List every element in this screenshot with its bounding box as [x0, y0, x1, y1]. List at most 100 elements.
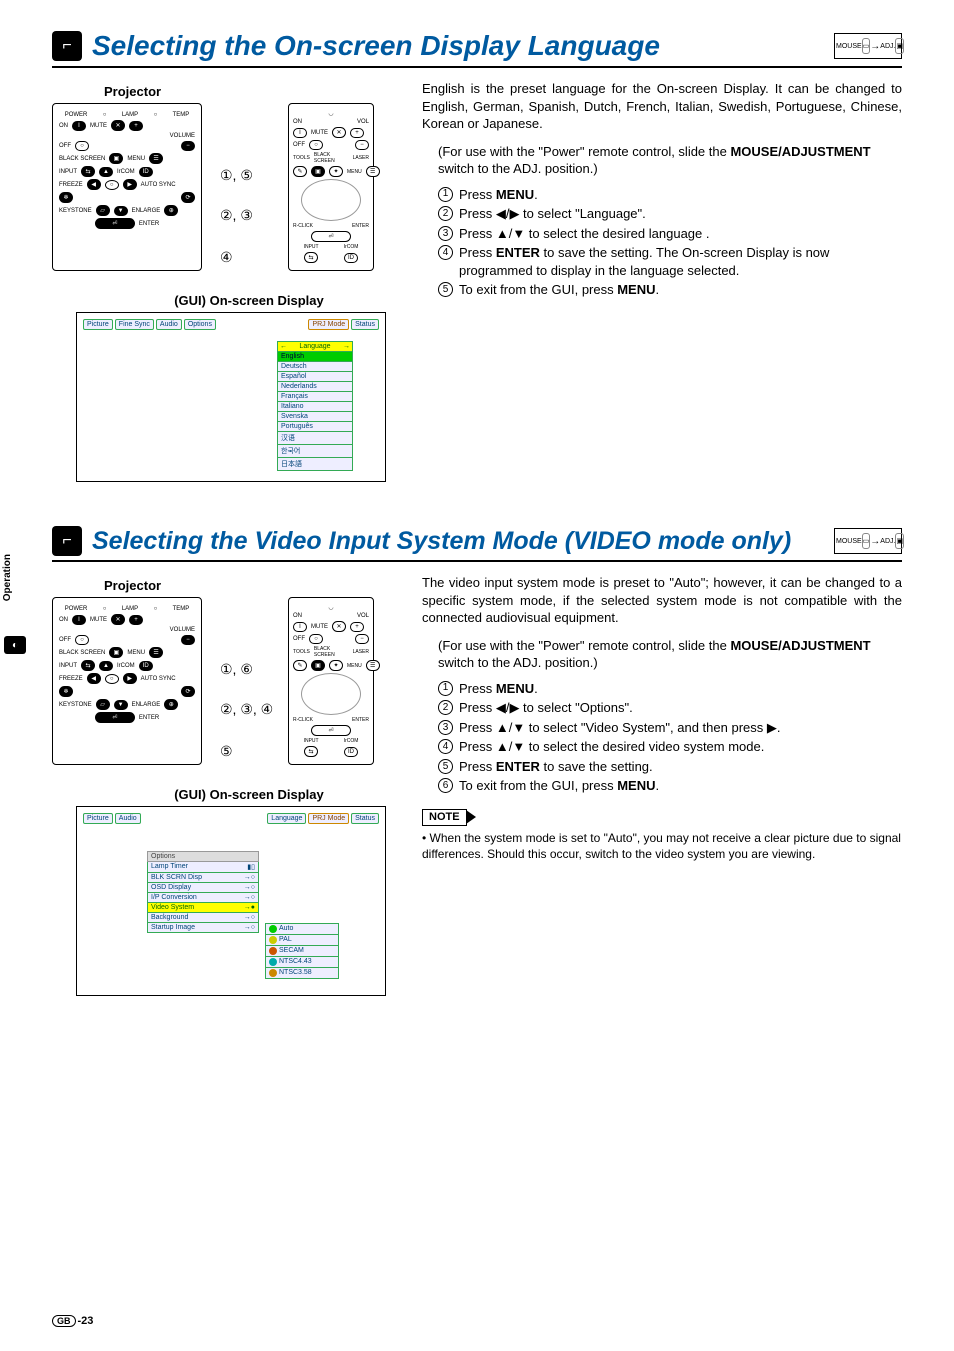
gui-tab: Picture: [83, 319, 113, 330]
callouts-2: ①, ⑥ ②, ③, ④ ⑤: [220, 597, 280, 767]
on-button[interactable]: I: [72, 121, 86, 131]
gui-label-1: (GUI) On-screen Display: [106, 293, 392, 308]
sidebar-section-icon: ◐: [4, 636, 26, 654]
lang-item: Deutsch: [278, 361, 352, 371]
gui-tab: Audio: [115, 813, 141, 824]
lang-item: English: [278, 351, 352, 361]
gui-screenshot-1: Picture Fine Sync Audio Options PRJ Mode…: [76, 312, 386, 482]
remote-panel: ◡ ONVOL IMUTE✕+ OFF○− TOOLSBLACK SCREENL…: [288, 103, 374, 271]
gui-tab: PRJ Mode: [308, 319, 349, 330]
lang-item: 日本語: [278, 457, 352, 470]
autosync-button[interactable]: ⟳: [181, 192, 195, 203]
callouts-1: ①, ⑤ ②, ③ ④: [220, 103, 280, 273]
note-heading: NOTE: [422, 809, 467, 826]
section1-title: Selecting the On-screen Display Language: [92, 30, 824, 62]
badge-mouse-icon: ▭: [862, 533, 871, 549]
remote-mute-button[interactable]: ✕: [332, 127, 346, 138]
menu-button[interactable]: ☰: [149, 153, 163, 164]
gui-tab: Fine Sync: [115, 319, 154, 330]
badge-adj-icon: ▣: [895, 533, 904, 549]
remote-blackscreen[interactable]: ▣: [311, 166, 325, 177]
down-button[interactable]: ▼: [114, 206, 128, 216]
up-button[interactable]: ▲: [99, 167, 113, 177]
remote-icon: ⌐: [52, 31, 82, 61]
language-menu: ←Language→ English Deutsch Español Neder…: [277, 341, 353, 471]
gui-tab: Audio: [156, 319, 182, 330]
enlarge-button[interactable]: ⊕: [164, 205, 178, 216]
lang-item: Español: [278, 371, 352, 381]
section1-hint: (For use with the "Power" remote control…: [438, 143, 902, 178]
remote-on-button[interactable]: I: [293, 128, 307, 138]
remote-menu[interactable]: ☰: [366, 166, 380, 177]
projector-label-1: Projector: [104, 84, 392, 99]
arrow-icon: →: [870, 536, 880, 547]
section2-steps: 1Press MENU. 2Press ◀/▶ to select "Optio…: [438, 680, 902, 795]
section1-intro: English is the preset language for the O…: [422, 80, 902, 133]
vol-up-button[interactable]: +: [129, 121, 143, 131]
projector-remote-figure-1: POWER○LAMP○TEMP ONIMUTE✕+ VOLUME OFF○− B…: [52, 103, 392, 273]
badge-adj-label: ADJ.: [880, 43, 895, 50]
badge-mouse-label: MOUSE: [836, 43, 862, 50]
mute-button[interactable]: ✕: [111, 120, 125, 131]
mouse-adj-badge: MOUSE ▭ → ADJ. ▣: [834, 33, 902, 59]
gui-tab: PRJ Mode: [308, 813, 349, 824]
lang-item: Nederlands: [278, 381, 352, 391]
remote-laser[interactable]: ✦: [329, 166, 343, 177]
projector-panel: POWER○LAMP○TEMP ONIMUTE✕+ VOLUME OFF○− B…: [52, 103, 202, 271]
badge-mouse-icon: ▭: [862, 38, 871, 54]
gui-tab: Status: [351, 813, 379, 824]
input-button[interactable]: ⇆: [81, 166, 95, 177]
remote-dpad[interactable]: [301, 179, 361, 221]
lang-item: 汉语: [278, 431, 352, 444]
lang-item: 한국어: [278, 444, 352, 457]
badge-mouse-label: MOUSE: [836, 538, 862, 545]
lang-item: Português: [278, 421, 352, 431]
remote-input[interactable]: ⇆: [304, 252, 318, 263]
remote-vol-down[interactable]: −: [355, 140, 369, 150]
note-text: • When the system mode is set to "Auto",…: [422, 830, 902, 862]
page-number: GB-23: [52, 1315, 93, 1327]
projector-panel: POWER○LAMP○TEMP ONIMUTE✕+ VOLUME OFF○− B…: [52, 597, 202, 765]
blackscreen-button[interactable]: ▣: [109, 153, 123, 164]
enter-button[interactable]: ⏎: [95, 218, 135, 229]
freeze-button[interactable]: ❄: [59, 192, 73, 203]
section2-hint: (For use with the "Power" remote control…: [438, 637, 902, 672]
section2-intro: The video input system mode is preset to…: [422, 574, 902, 627]
gui-tab: Language: [267, 813, 306, 824]
left-button[interactable]: ◀: [87, 179, 101, 190]
lang-item: Français: [278, 391, 352, 401]
remote-tools[interactable]: ✎: [293, 166, 307, 177]
remote-vol-up[interactable]: +: [350, 128, 364, 138]
ircom-button[interactable]: ID: [139, 167, 153, 177]
gui-tab: Status: [351, 319, 379, 330]
lang-item: Svenska: [278, 411, 352, 421]
arrow-icon: →: [870, 41, 880, 52]
mouse-adj-badge: MOUSE ▭ → ADJ. ▣: [834, 528, 902, 554]
gui-tab: Options: [184, 319, 216, 330]
projector-label-2: Projector: [104, 578, 392, 593]
section1-steps: 1Press MENU. 2Press ◀/▶ to select "Langu…: [438, 186, 902, 299]
remote-enter[interactable]: ⏎: [311, 231, 351, 242]
section1-header: ⌐ Selecting the On-screen Display Langua…: [52, 30, 902, 68]
badge-adj-icon: ▣: [895, 38, 904, 54]
section2-header: ⌐ Selecting the Video Input System Mode …: [52, 526, 902, 562]
options-menu: Options Lamp Timer▮▯ BLK SCRN Disp→○ OSD…: [147, 851, 259, 933]
remote-ircom[interactable]: ID: [344, 253, 358, 263]
section2-title: Selecting the Video Input System Mode (V…: [92, 527, 824, 556]
remote-icon: ⌐: [52, 526, 82, 556]
right-button[interactable]: ▶: [123, 179, 137, 190]
gui-label-2: (GUI) On-screen Display: [106, 787, 392, 802]
keystone-button[interactable]: ▱: [96, 205, 110, 216]
vol-down-button[interactable]: −: [181, 141, 195, 151]
gui-tab: Picture: [83, 813, 113, 824]
off-button[interactable]: ○: [75, 141, 89, 151]
remote-off-button[interactable]: ○: [309, 140, 323, 150]
badge-adj-label: ADJ.: [880, 538, 895, 545]
projector-remote-figure-2: POWER○LAMP○TEMP ONIMUTE✕+ VOLUME OFF○− B…: [52, 597, 392, 767]
lang-item: Italiano: [278, 401, 352, 411]
video-system-submenu: Auto PAL SECAM NTSC4.43 NTSC3.58: [265, 923, 339, 979]
remote-dpad[interactable]: [301, 673, 361, 715]
sidebar-section-label: Operation: [0, 548, 15, 607]
remote-panel: ◡ ONVOL IMUTE✕+ OFF○− TOOLSBLACK SCREENL…: [288, 597, 374, 765]
gui-screenshot-2: Picture Audio Language PRJ Mode Status O…: [76, 806, 386, 996]
